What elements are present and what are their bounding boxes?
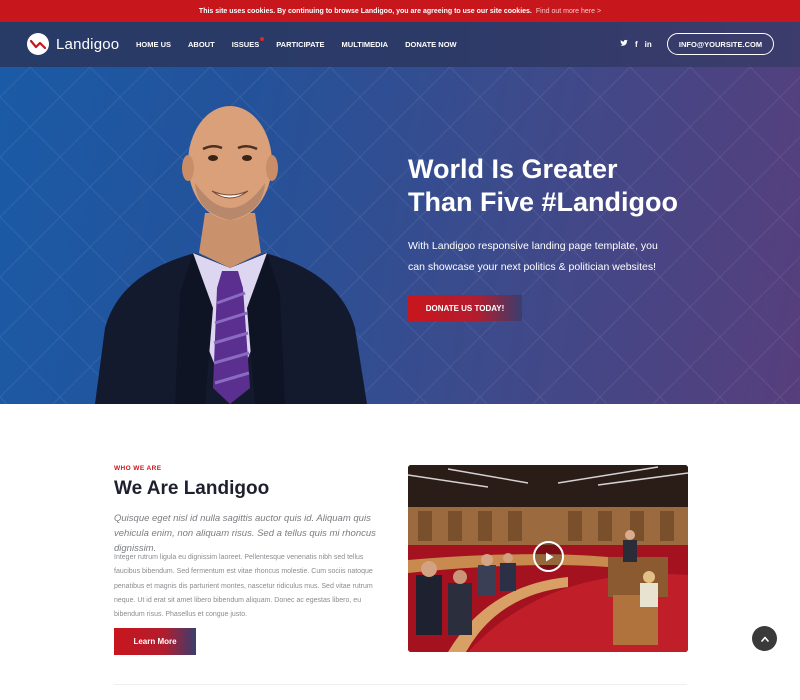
nav-item-issues[interactable]: ISSUES <box>231 37 265 49</box>
video-thumbnail[interactable] <box>408 465 688 652</box>
main-menu: HOME US ABOUT ISSUES PARTICIPATE MULTIME… <box>136 22 474 67</box>
social-links: f in <box>620 39 652 50</box>
top-navbar: Landigoo HOME US ABOUT ISSUES PARTICIPAT… <box>0 22 800 67</box>
nav-item-participate[interactable]: PARTICIPATE <box>276 40 324 49</box>
nav-item-donate[interactable]: DONATE NOW <box>405 40 457 49</box>
twitter-icon[interactable] <box>620 39 628 50</box>
nav-item-home[interactable]: HOME US <box>136 40 171 49</box>
notification-dot-icon <box>260 37 265 41</box>
play-icon[interactable] <box>533 541 564 572</box>
scroll-to-top-button[interactable] <box>752 626 777 651</box>
brand-name: Landigoo <box>56 35 120 53</box>
hero-headline-line-1: World Is Greater <box>408 154 618 184</box>
section-eyebrow: WHO WE ARE <box>114 465 162 472</box>
hero-headline-line-2: Than Five #Landigoo <box>408 187 679 217</box>
donate-cta-button[interactable]: DONATE US TODAY! <box>408 295 522 321</box>
hero-headline: World Is Greater Than Five #Landigoo <box>408 153 738 219</box>
chevron-up-icon <box>760 636 769 642</box>
section-lead-text: Quisque eget nisl id nulla sagittis auct… <box>114 513 376 554</box>
cookie-more-link[interactable]: Find out more here > <box>536 8 601 15</box>
email-contact-button[interactable]: INFO@YOURSITE.COM <box>667 33 774 55</box>
section-body-text: Integer rutrum ligula eu dignissim laore… <box>114 554 373 619</box>
cookie-notice-bar: This site uses cookies. By continuing to… <box>0 0 800 22</box>
linkedin-icon[interactable]: in <box>645 40 652 50</box>
hero-subtitle: With Landigoo responsive landing page te… <box>408 240 658 273</box>
nav-item-about[interactable]: ABOUT <box>188 40 215 49</box>
section-title: We Are Landigoo <box>114 478 270 499</box>
brand-logo[interactable]: Landigoo <box>27 33 119 55</box>
section-divider <box>114 684 687 685</box>
nav-item-multimedia[interactable]: MULTIMEDIA <box>342 40 389 49</box>
facebook-icon[interactable]: f <box>635 40 638 50</box>
hero-section: World Is Greater Than Five #Landigoo Wit… <box>0 67 800 404</box>
nav-item-issues-label: ISSUES <box>231 40 260 49</box>
cookie-message: This site uses cookies. By continuing to… <box>198 7 532 15</box>
learn-more-button[interactable]: Learn More <box>114 628 196 655</box>
logo-check-icon <box>27 33 49 55</box>
candidate-portrait <box>95 106 367 404</box>
